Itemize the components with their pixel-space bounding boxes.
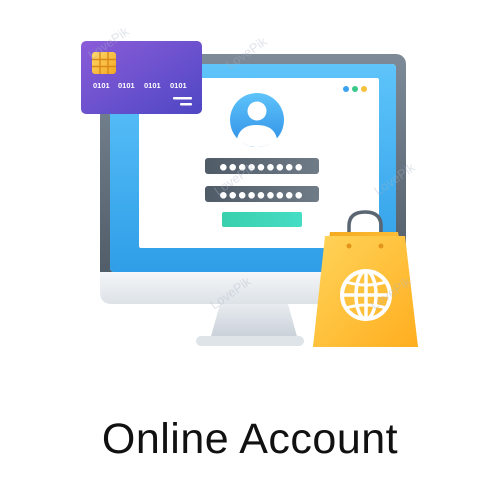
monitor-stand <box>210 304 298 340</box>
card-number-group-1: 0101 <box>93 81 110 90</box>
card-number-group-4: 0101 <box>170 81 187 90</box>
login-button[interactable] <box>222 212 302 227</box>
monitor-base <box>196 336 304 346</box>
card-line-1 <box>173 97 192 100</box>
card-number-group-3: 0101 <box>144 81 161 90</box>
bag-hole-right <box>378 243 384 249</box>
online-account-illustration: ●●●●●●●●● ●●●●●●●●● 0101 0101 0101 0101 <box>0 0 500 500</box>
card-number-group-2: 0101 <box>118 81 135 90</box>
bag-hole-left <box>346 243 352 249</box>
window-dot-green <box>352 86 358 92</box>
card-line-2 <box>180 103 192 106</box>
window-dot-blue <box>343 86 349 92</box>
user-avatar-icon <box>230 93 284 147</box>
caption-title: Online Account <box>101 415 399 463</box>
password-mask: ●●●●●●●●● <box>220 191 305 201</box>
window-dot-yellow <box>361 86 367 92</box>
window-control-dots <box>343 86 367 92</box>
